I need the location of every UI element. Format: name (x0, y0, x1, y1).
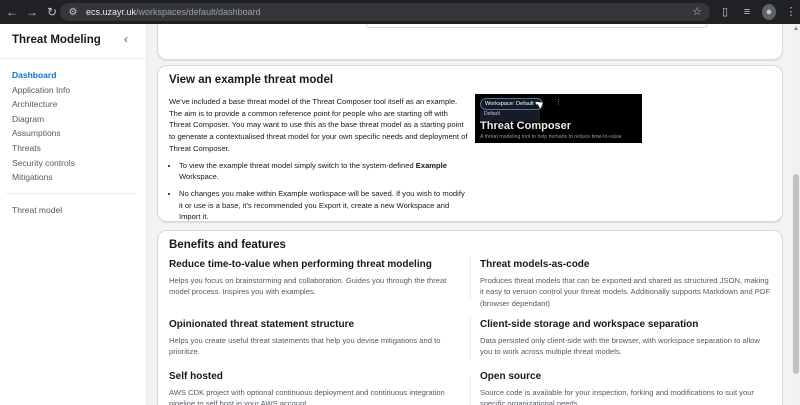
sidebar-item-architecture[interactable]: Architecture (12, 97, 75, 112)
feature-heading: Open source (480, 371, 542, 382)
feature-item: Client-side storage and workspace separa… (480, 319, 770, 358)
sidebar-item-assumptions[interactable]: Assumptions (12, 126, 75, 141)
back-icon[interactable]: ← (4, 4, 20, 20)
example-bullet-changes: No changes you make within Example works… (179, 188, 469, 223)
collapse-sidebar-icon[interactable]: ‹ (124, 32, 128, 46)
preview-workspace-label: Workspace: Default (485, 101, 534, 107)
feature-description: AWS CDK project with optional continuous… (169, 388, 445, 405)
feature-item: Opinionated threat statement structure H… (169, 319, 459, 358)
feature-item: Reduce time-to-value when performing thr… (169, 259, 459, 298)
site-settings-icon[interactable]: ⚙ (66, 7, 80, 18)
reload-icon[interactable]: ↻ (44, 4, 60, 20)
example-bullets: To view the example threat model simply … (169, 160, 469, 224)
previous-card (157, 24, 783, 60)
example-body: We've included a base threat model of th… (169, 96, 469, 228)
reading-list-icon[interactable]: ≡ (740, 4, 754, 20)
benefits-title: Benefits and features (169, 239, 286, 251)
example-intro: We've included a base threat model of th… (169, 97, 468, 153)
main-content: View an example threat model We've inclu… (146, 24, 792, 405)
preview-tagline: A threat modeling tool to help humans to… (480, 134, 622, 140)
menu-icon[interactable]: ⋮ (784, 4, 798, 20)
feature-item: Threat models-as-code Produces threat mo… (480, 259, 770, 309)
bullet-text: To view the example threat model simply … (179, 160, 416, 170)
feature-heading: Threat models-as-code (480, 259, 590, 270)
example-title: View an example threat model (169, 74, 334, 86)
feature-heading: Client-side storage and workspace separa… (480, 319, 699, 330)
feature-description: Produces threat models that can be expor… (480, 276, 770, 308)
feature-description: Helps you focus on brainstorming and col… (169, 276, 447, 297)
feature-description: Data persisted only client-side with the… (480, 336, 760, 357)
feature-item: Self hosted AWS CDK project with optiona… (169, 371, 459, 405)
sidebar-item-threats[interactable]: Threats (12, 141, 75, 156)
address-bar[interactable]: ⚙ ecs.uzayr.uk/workspaces/default/dashbo… (60, 3, 710, 21)
example-preview-image: Workspace: Default ▾ ⋮ Default Threat Co… (475, 94, 642, 143)
bullet-bold-text: Example (415, 160, 448, 170)
feature-description: Helps you create useful threat statement… (169, 336, 441, 357)
preview-workspace-selector: Workspace: Default ▾ (480, 98, 544, 110)
feature-heading: Self hosted (169, 371, 223, 382)
sidebar-item-mitigations[interactable]: Mitigations (12, 170, 75, 185)
sidebar-item-security-controls[interactable]: Security controls (12, 156, 75, 171)
feature-heading: Opinionated threat statement structure (169, 319, 355, 330)
preview-dropdown-option: Default (484, 111, 500, 117)
example-bullet-switch: To view the example threat model simply … (179, 160, 469, 183)
feature-heading: Reduce time-to-value when performing thr… (169, 259, 432, 270)
preview-app-title: Threat Composer (480, 120, 572, 132)
column-divider (470, 377, 471, 405)
column-divider (470, 317, 471, 359)
sidebar-item-dashboard[interactable]: Dashboard (12, 68, 75, 83)
bullet-text: Workspace. (179, 172, 219, 182)
side-navigation: Threat Modeling ‹ Dashboard Application … (0, 24, 147, 405)
column-divider (470, 257, 471, 299)
browser-toolbar: ← → ↻ ⚙ ecs.uzayr.uk/workspaces/default/… (0, 0, 800, 24)
benefits-card: Benefits and features Reduce time-to-val… (157, 230, 783, 405)
profile-icon[interactable]: ● (762, 4, 776, 20)
previous-card-inner (366, 24, 708, 28)
sidebar-item-application-info[interactable]: Application Info (12, 83, 75, 98)
extensions-icon[interactable]: ▯ (718, 4, 732, 20)
example-threat-model-card: View an example threat model We've inclu… (157, 65, 783, 222)
page-scrollbar[interactable]: ▲ (792, 24, 800, 405)
sidebar-divider (0, 58, 146, 59)
forward-icon[interactable]: → (24, 4, 40, 20)
sidebar-divider (6, 193, 136, 194)
scrollbar-thumb[interactable] (793, 174, 799, 374)
url-path: /workspaces/default/dashboard (136, 7, 261, 17)
sidebar-item-diagram[interactable]: Diagram (12, 112, 75, 127)
scroll-up-icon[interactable]: ▲ (793, 26, 799, 32)
star-icon[interactable]: ☆ (692, 5, 702, 18)
url-host: ecs.uzayr.uk (86, 7, 137, 17)
sidebar-item-threat-model[interactable]: Threat model (12, 205, 62, 215)
preview-more-icon: ⋮ (555, 99, 562, 106)
sidebar-title[interactable]: Threat Modeling (12, 34, 101, 46)
feature-item: Open source Source code is available for… (480, 371, 770, 405)
feature-description: Source code is available for your inspec… (480, 388, 754, 405)
